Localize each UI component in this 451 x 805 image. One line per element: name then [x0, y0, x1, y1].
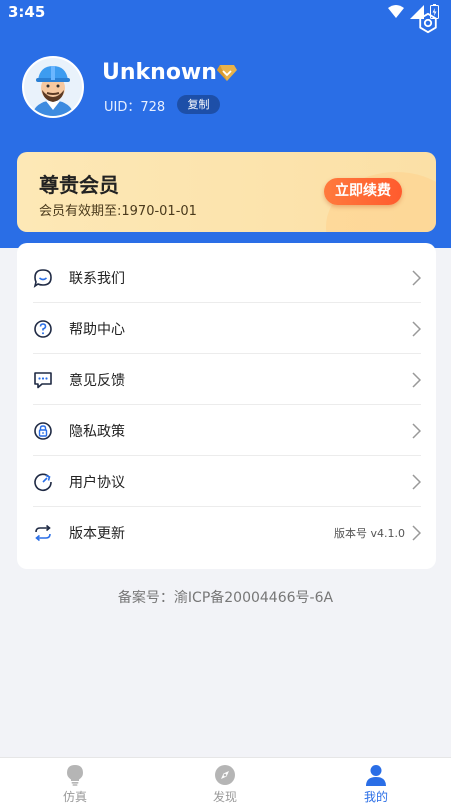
bottom-tab-bar: 仿真 发现 我的: [0, 757, 451, 805]
chevron-right-icon: [412, 525, 421, 541]
vip-expiry: 会员有效期至:1970-01-01: [39, 204, 197, 219]
tab-label: 仿真: [62, 790, 87, 804]
menu-item-label: 版本更新: [69, 526, 125, 542]
vip-diamond-icon: [217, 65, 237, 81]
tab-label: 我的: [363, 790, 388, 804]
renew-button[interactable]: 立即续费: [324, 178, 402, 205]
tab-simulation[interactable]: 仿真: [0, 758, 150, 805]
menu-item-feedback[interactable]: 意见反馈: [33, 354, 421, 405]
avatar[interactable]: [22, 56, 84, 118]
chevron-right-icon: [412, 474, 421, 490]
tab-discover[interactable]: 发现: [150, 758, 300, 805]
menu-item-label: 隐私政策: [69, 424, 125, 440]
copy-uid-button[interactable]: 复制: [177, 95, 220, 114]
menu-item-label: 用户协议: [69, 475, 125, 491]
agreement-icon: [34, 473, 52, 492]
menu-item-label: 帮助中心: [69, 322, 125, 338]
status-time: 3:45: [8, 3, 46, 21]
tab-label: 发现: [212, 790, 237, 804]
chevron-right-icon: [412, 321, 421, 337]
icp-record[interactable]: 备案号：渝ICP备20004466号-6A: [0, 587, 451, 607]
settings-gear-icon[interactable]: [417, 12, 439, 34]
status-bar: 3:45: [0, 0, 451, 26]
menu-item-label: 意见反馈: [69, 373, 125, 389]
uid-text: UID：728: [104, 100, 166, 115]
worker-avatar-icon: [24, 58, 82, 116]
update-icon: [35, 524, 51, 542]
menu-item-version-update[interactable]: 版本更新 版本号 v4.1.0: [33, 507, 421, 558]
wifi-icon: [388, 4, 404, 18]
lightbulb-icon: [67, 765, 83, 786]
menu-item-privacy-policy[interactable]: 隐私政策: [33, 405, 421, 456]
tab-mine[interactable]: 我的: [301, 758, 451, 805]
user-icon: [366, 765, 386, 786]
menu-item-user-agreement[interactable]: 用户协议: [33, 456, 421, 507]
help-icon: [34, 320, 52, 338]
menu-item-help-center[interactable]: 帮助中心: [33, 303, 421, 354]
username: Unknown: [102, 60, 217, 85]
chevron-right-icon: [412, 270, 421, 286]
compass-icon: [215, 765, 235, 785]
privacy-lock-icon: [34, 422, 52, 440]
chevron-right-icon: [412, 423, 421, 439]
chat-icon: [33, 269, 52, 288]
menu-item-label: 联系我们: [69, 271, 125, 287]
chevron-right-icon: [412, 372, 421, 388]
vip-title: 尊贵会员: [39, 173, 119, 197]
version-number: 版本号 v4.1.0: [334, 527, 405, 540]
menu-card: 联系我们 帮助中心 意见反馈 隐私政策 用户协议 版本更新 版本号 v4.1.0: [17, 243, 436, 569]
menu-item-contact-us[interactable]: 联系我们: [33, 252, 421, 303]
feedback-icon: [34, 372, 52, 389]
